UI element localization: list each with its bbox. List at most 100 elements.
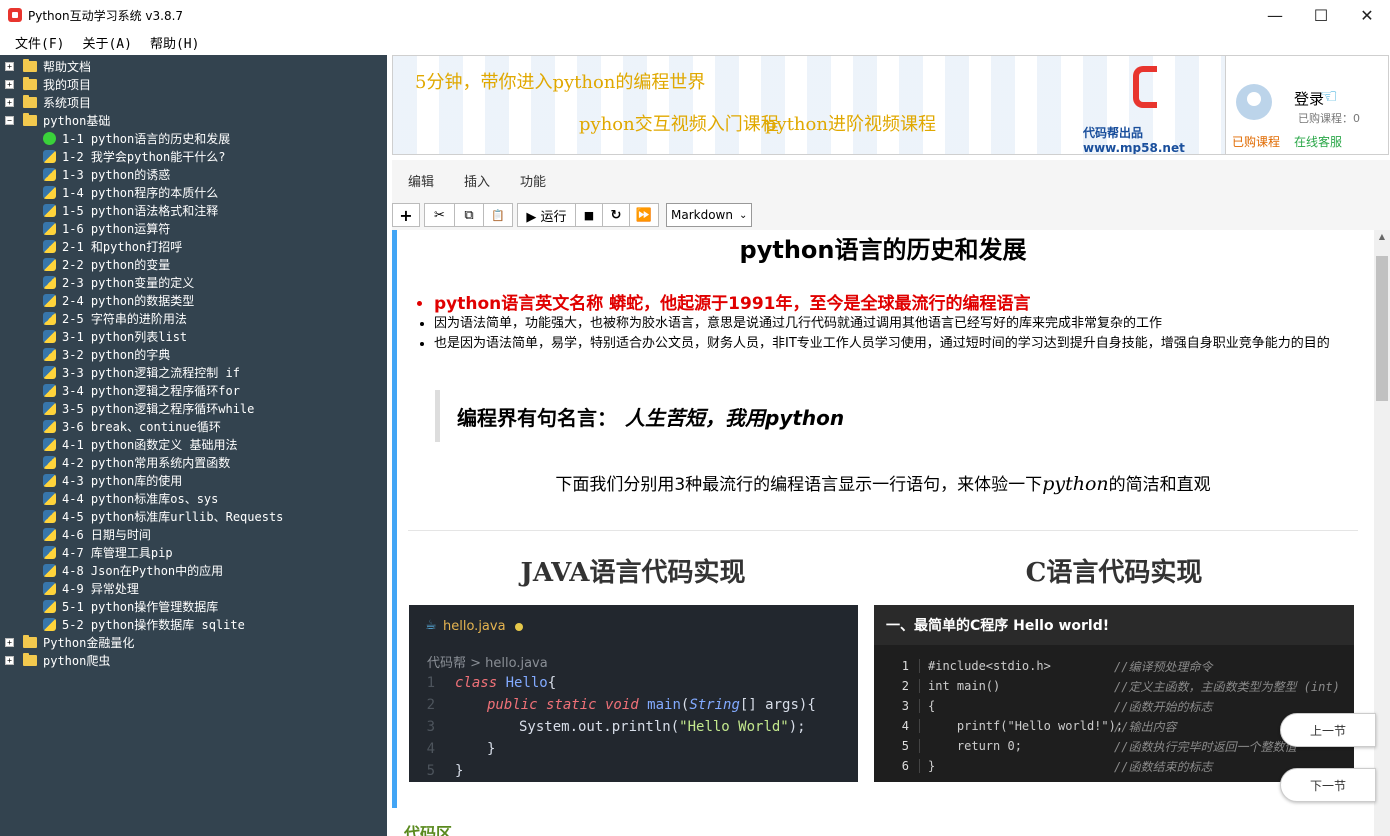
lesson-label: 1-5 python语法格式和注释: [62, 203, 219, 218]
lesson-item[interactable]: 3-2 python的字典: [0, 345, 387, 363]
python-file-icon: [43, 257, 56, 271]
menu-about[interactable]: 关于(A): [73, 33, 140, 52]
lesson-item[interactable]: 3-5 python逻辑之程序循环while: [0, 399, 387, 417]
expand-icon[interactable]: +: [5, 61, 14, 71]
window-title: Python互动学习系统 v3.8.7: [28, 8, 184, 23]
lesson-item[interactable]: 4-9 异常处理: [0, 579, 387, 597]
lesson-item[interactable]: 3-1 python列表list: [0, 327, 387, 345]
python-file-icon: [43, 275, 56, 289]
code-class-name: Hello: [505, 675, 548, 691]
purchased-courses-link[interactable]: 已购课程: [1232, 133, 1280, 150]
run-button[interactable]: ▶ 运行: [517, 203, 576, 227]
minimize-button[interactable]: —: [1252, 0, 1298, 30]
menu-help[interactable]: 帮助(H): [141, 33, 208, 52]
lesson-item[interactable]: 1-6 python运算符: [0, 219, 387, 237]
editor-toolbar: + ✂ ⧉ 📋 ▶ 运行 ■ ↻ ⏩ Markdown ⌄: [392, 200, 1390, 230]
expand-icon[interactable]: +: [5, 637, 14, 647]
tab-edit[interactable]: 编辑: [408, 171, 434, 190]
lesson-item[interactable]: 4-1 python函数定义 基础用法: [0, 435, 387, 453]
run-all-button[interactable]: ⏩: [629, 203, 659, 227]
cell-mode-select[interactable]: Markdown ⌄: [666, 203, 753, 227]
lesson-item[interactable]: 4-7 库管理工具pip: [0, 543, 387, 561]
tree-node-system-projects[interactable]: + 系统项目: [0, 93, 387, 111]
lesson-item[interactable]: 4-2 python常用系统内置函数: [0, 453, 387, 471]
lesson-item[interactable]: 5-2 python操作数据库 sqlite: [0, 615, 387, 633]
next-section-button[interactable]: 下一节: [1280, 768, 1376, 802]
lesson-label: 4-7 库管理工具pip: [62, 545, 173, 560]
close-button[interactable]: ✕: [1344, 0, 1390, 30]
code-text: System.out.println(: [519, 719, 680, 735]
code-line: 2 public static void main(String[] args){: [409, 694, 858, 716]
lesson-item[interactable]: 1-4 python程序的本质什么: [0, 183, 387, 201]
intro-paragraph: 下面我们分别用3种最流行的编程语言显示一行语句，来体验一下python的简洁和直…: [392, 470, 1374, 495]
tree-node-my-projects[interactable]: + 我的项目: [0, 75, 387, 93]
line-number: 3: [426, 719, 435, 735]
tab-function[interactable]: 功能: [520, 171, 546, 190]
tree-node-finance[interactable]: + Python金融量化: [0, 633, 387, 651]
code-comment: //函数结束的标志: [1114, 759, 1213, 774]
maximize-button[interactable]: ☐: [1298, 0, 1344, 30]
lesson-item[interactable]: 3-3 python逻辑之流程控制 if: [0, 363, 387, 381]
paste-button[interactable]: 📋: [483, 203, 513, 227]
advanced-course-link[interactable]: python进阶视频课程: [765, 110, 936, 136]
prev-section-button[interactable]: 上一节: [1280, 713, 1376, 747]
lesson-item[interactable]: 4-6 日期与时间: [0, 525, 387, 543]
code-comment: //输出内容: [1114, 719, 1177, 734]
expand-icon[interactable]: +: [5, 79, 14, 89]
expand-icon[interactable]: +: [5, 655, 14, 665]
quote-prefix: 编程界有句名言：: [457, 405, 617, 430]
lesson-item[interactable]: 1-3 python的诱惑: [0, 165, 387, 183]
tree-node-crawler[interactable]: + python爬虫: [0, 651, 387, 669]
lesson-item[interactable]: 5-1 python操作管理数据库: [0, 597, 387, 615]
vertical-scrollbar[interactable]: ▲: [1374, 230, 1390, 836]
python-file-icon: [43, 581, 56, 595]
lesson-item[interactable]: 1-1 python语言的历史和发展: [0, 129, 387, 147]
intro-python: python: [1042, 473, 1109, 495]
scroll-up-icon[interactable]: ▲: [1374, 232, 1390, 246]
intro-course-link[interactable]: pyhon交互视频入门课程: [579, 110, 779, 136]
intro-text-end: 的简洁和直观: [1108, 475, 1211, 495]
lesson-title: python语言的历史和发展: [739, 236, 1027, 264]
python-file-icon: [43, 311, 56, 325]
lesson-label: 3-2 python的字典: [62, 347, 171, 362]
online-service-link[interactable]: 在线客服: [1294, 133, 1342, 150]
lesson-item[interactable]: 2-5 字符串的进阶用法: [0, 309, 387, 327]
java-file-icon: ☕: [425, 618, 437, 633]
lesson-item[interactable]: 3-6 break、continue循环: [0, 417, 387, 435]
line-number: 4: [426, 741, 435, 757]
code-text: #include<stdio.h>: [928, 659, 1051, 673]
scroll-thumb[interactable]: [1376, 256, 1388, 401]
lesson-item[interactable]: 2-4 python的数据类型: [0, 291, 387, 309]
stop-button[interactable]: ■: [575, 203, 603, 227]
lesson-item[interactable]: 4-4 python标准库os、sys: [0, 489, 387, 507]
tree-node-python-basics[interactable]: − python基础: [0, 111, 387, 129]
pointing-hand-icon: ☜: [1320, 84, 1338, 108]
tree-node-label: 我的项目: [43, 77, 92, 92]
add-cell-button[interactable]: +: [392, 203, 420, 227]
lesson-item[interactable]: 4-3 python库的使用: [0, 471, 387, 489]
python-file-icon: [43, 419, 56, 433]
lesson-item[interactable]: 4-5 python标准库urllib、Requests: [0, 507, 387, 525]
expand-icon[interactable]: +: [5, 97, 14, 107]
lesson-item[interactable]: 1-2 我学会python能干什么?: [0, 147, 387, 165]
tree-node-help-docs[interactable]: + 帮助文档: [0, 57, 387, 75]
python-file-icon: [43, 455, 56, 469]
intro-text: 下面我们分别用3种最流行的编程语言显示一行语句，来体验一下: [555, 475, 1043, 495]
lesson-item[interactable]: 4-8 Json在Python中的应用: [0, 561, 387, 579]
lesson-item[interactable]: 2-1 和python打招呼: [0, 237, 387, 255]
tab-insert[interactable]: 插入: [464, 171, 490, 190]
code-string: "Hello World": [679, 719, 789, 735]
course-banner[interactable]: 5分钟，带你进入python的编程世界 pyhon交互视频入门课程 python…: [392, 55, 1226, 155]
chevron-down-icon: ⌄: [738, 209, 748, 221]
lesson-item[interactable]: 2-2 python的变量: [0, 255, 387, 273]
collapse-icon[interactable]: −: [5, 115, 14, 125]
copy-button[interactable]: ⧉: [454, 203, 484, 227]
restart-button[interactable]: ↻: [602, 203, 630, 227]
code-line: 1 class Hello {: [409, 672, 858, 694]
lesson-item[interactable]: 3-4 python逻辑之程序循环for: [0, 381, 387, 399]
lesson-item[interactable]: 2-3 python变量的定义: [0, 273, 387, 291]
cut-button[interactable]: ✂: [424, 203, 455, 227]
menu-file[interactable]: 文件(F): [6, 33, 73, 52]
code-line: 5}: [409, 760, 858, 782]
lesson-item[interactable]: 1-5 python语法格式和注释: [0, 201, 387, 219]
